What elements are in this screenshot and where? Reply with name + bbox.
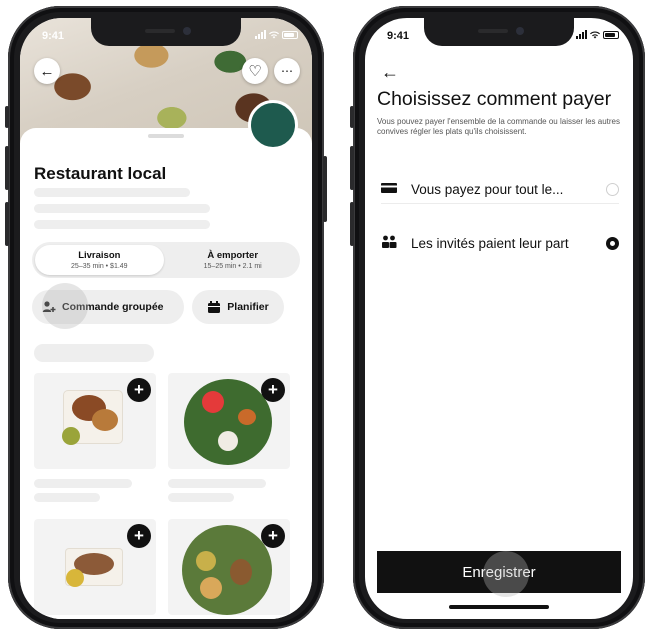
add-item-button[interactable]: +	[127, 378, 151, 402]
restaurant-logo	[248, 100, 298, 150]
menu-item-image[interactable]: +	[168, 373, 290, 469]
group-icon	[381, 235, 399, 252]
tap-indicator	[42, 283, 88, 329]
delivery-label: Livraison	[78, 250, 121, 261]
dish-bowl	[184, 379, 272, 465]
arrow-left-icon[interactable]: ←	[381, 62, 399, 83]
more-icon[interactable]: ⋯	[274, 58, 300, 84]
arrow-left-icon[interactable]: ←	[34, 58, 60, 84]
payment-screen: 9:41 ← Choisissez comment payer Vous pou…	[365, 18, 633, 619]
status-bar: 9:41	[20, 28, 312, 44]
option-pay-all[interactable]: Vous payez pour tout le...	[381, 166, 619, 212]
schedule-button[interactable]: Planifier	[192, 290, 284, 324]
status-bar: 9:41	[365, 28, 633, 44]
volume-down-button	[5, 202, 9, 246]
dish-carrot	[238, 409, 256, 425]
option-label: Les invités paient leur part	[411, 235, 569, 251]
tab-delivery[interactable]: Livraison 25–35 min • $1.49	[35, 245, 164, 275]
phone-left: 9:41 ← ♡ ⋯ Restaurant local Livraison 25…	[5, 6, 327, 629]
status-time: 9:41	[42, 30, 65, 42]
page-title: Choisissez comment payer	[377, 88, 612, 110]
fulfillment-toggle: Livraison 25–35 min • $1.49 À emporter 1…	[32, 242, 300, 278]
item-price-placeholder	[168, 493, 234, 502]
option-label: Vous payez pour tout le...	[411, 181, 564, 197]
dish-sauce	[62, 427, 80, 445]
dish-cheese	[218, 431, 238, 451]
item-name-placeholder	[168, 479, 266, 488]
section-title-placeholder	[34, 344, 154, 362]
volume-up-button	[5, 146, 9, 190]
divider	[381, 203, 619, 204]
calendar-icon	[208, 300, 221, 313]
placeholder-line	[34, 204, 210, 213]
placeholder-line	[34, 220, 210, 229]
volume-down-button	[350, 202, 354, 246]
item-price-placeholder	[34, 493, 100, 502]
wifi-icon	[590, 30, 600, 38]
card-icon	[381, 181, 399, 197]
tab-pickup[interactable]: À emporter 15–25 min • 2.1 mi	[168, 245, 297, 275]
phone-right: 9:41 ← Choisissez comment payer Vous pou…	[350, 6, 645, 629]
dish-bowl	[182, 525, 272, 615]
item-name-placeholder	[34, 479, 132, 488]
add-item-button[interactable]: +	[261, 378, 285, 402]
menu-item-image[interactable]: +	[34, 373, 156, 469]
signal-icon	[255, 30, 266, 39]
delivery-info: 25–35 min • $1.49	[71, 263, 128, 270]
menu-item-image[interactable]: +	[34, 519, 156, 615]
pickup-info: 15–25 min • 2.1 mi	[203, 263, 262, 270]
sheet-grabber[interactable]	[148, 134, 184, 138]
battery-icon	[603, 30, 619, 39]
dish-grain	[200, 577, 222, 599]
menu-item-image[interactable]: +	[168, 519, 290, 615]
radio-unselected[interactable]	[606, 182, 619, 196]
add-item-button[interactable]: +	[261, 524, 285, 548]
pickup-label: À emporter	[207, 250, 259, 261]
option-guests-pay[interactable]: Les invités paient leur part	[381, 220, 619, 266]
dish-sauce	[66, 569, 84, 587]
power-button	[323, 156, 327, 222]
mute-switch	[5, 106, 9, 128]
schedule-label: Planifier	[227, 301, 269, 313]
volume-up-button	[350, 146, 354, 190]
dish-potatoes	[92, 409, 118, 431]
battery-icon	[282, 30, 298, 39]
restaurant-title: Restaurant local	[34, 164, 167, 183]
mute-switch	[350, 106, 354, 128]
tap-indicator	[483, 551, 529, 597]
restaurant-screen: 9:41 ← ♡ ⋯ Restaurant local Livraison 25…	[20, 18, 312, 619]
heart-icon[interactable]: ♡	[242, 58, 268, 84]
home-indicator[interactable]	[449, 605, 549, 609]
dish-tomato	[202, 391, 224, 413]
status-time: 9:41	[387, 30, 410, 42]
signal-icon	[576, 30, 587, 39]
radio-selected[interactable]	[606, 236, 619, 250]
wifi-icon	[269, 30, 279, 38]
dish-hummus	[196, 551, 216, 571]
page-description: Vous pouvez payer l'ensemble de la comma…	[377, 117, 620, 136]
dish-chicken	[230, 559, 252, 585]
add-item-button[interactable]: +	[127, 524, 151, 548]
placeholder-line	[34, 188, 190, 197]
restaurant-sheet: Restaurant local Livraison 25–35 min • $…	[20, 100, 312, 619]
